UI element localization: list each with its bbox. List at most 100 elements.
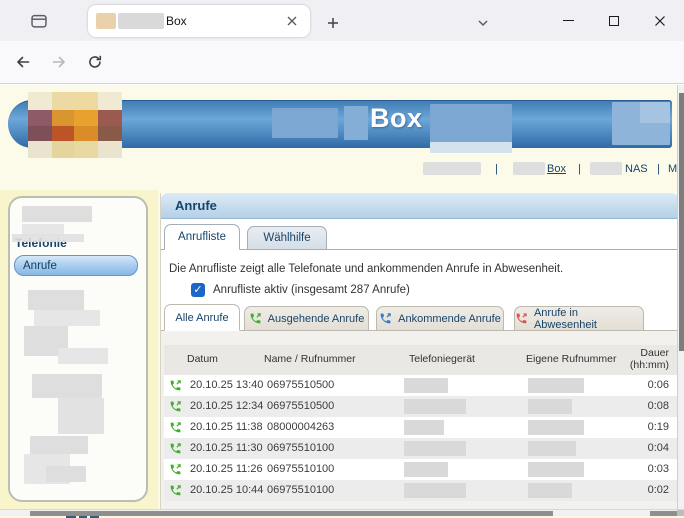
maximize-button[interactable] [598, 7, 630, 35]
cell-dauer: 0:19 [648, 421, 669, 433]
cell-datum: 20.10.25 10:44 [190, 484, 263, 496]
cell-datum: 20.10.25 12:34 [190, 400, 263, 412]
table-row[interactable]: 20.10.25 11:38 08000004263 0:19 [164, 417, 677, 438]
table-row[interactable]: 20.10.25 11:26 06975510100 0:03 [164, 459, 677, 480]
cell-redacted [528, 378, 584, 393]
product-title: Box [370, 103, 423, 134]
tab-title-redacted [118, 13, 164, 29]
nav-link-nas[interactable]: NAS [625, 163, 648, 175]
top-nav-links: | Box | NAS | M [0, 159, 676, 181]
close-window-button[interactable] [644, 7, 676, 35]
cell-datum: 20.10.25 11:30 [190, 442, 263, 454]
browser-window: Box [0, 0, 684, 518]
cell-redacted [528, 483, 572, 498]
col-dauer: Dauer (hh:mm) [630, 347, 669, 371]
banner-redacted [272, 108, 338, 138]
cell-redacted [404, 483, 466, 498]
table-row[interactable]: 20.10.25 13:40 06975510500 0:06 [164, 375, 677, 396]
banner-redacted [430, 104, 512, 144]
outgoing-call-icon [169, 379, 182, 392]
cell-redacted [404, 420, 444, 435]
col-eigene-rufnummer: Eigene Rufnummer [526, 353, 616, 365]
table-rows: 20.10.25 13:40 06975510500 0:06 20.10.25… [164, 375, 677, 501]
list-all-tabs-icon[interactable] [468, 8, 498, 38]
call-list-description: Die Anrufliste zeigt alle Telefonate und… [169, 263, 563, 275]
browser-toolbar: 80% [0, 41, 684, 84]
forward-button[interactable] [44, 47, 74, 77]
filter-tab-label: Ausgehende Anrufe [268, 313, 365, 325]
cell-redacted [528, 420, 584, 435]
cell-datum: 20.10.25 13:40 [190, 379, 263, 391]
window-controls [552, 0, 676, 41]
fritzbox-page: Box | Box | NAS | M Telefonie Anrufe [0, 85, 684, 518]
nav-link-box[interactable]: Box [547, 163, 566, 175]
sidebar-item-anrufe[interactable]: Anrufe [14, 255, 138, 276]
outgoing-call-icon [249, 312, 262, 325]
cell-redacted [404, 378, 448, 393]
banner-redacted [640, 102, 670, 123]
nav-redacted [423, 162, 481, 175]
filter-tab-alle[interactable]: Alle Anrufe [164, 304, 240, 331]
table-header: Datum Name / Rufnummer Telefoniegerät Ei… [164, 345, 677, 375]
call-list-active-row: ✓ Anrufliste aktiv (insgesamt 287 Anrufe… [191, 283, 410, 297]
table-row[interactable]: 20.10.25 10:44 06975510100 0:02 [164, 480, 677, 501]
filter-tab-ankommende[interactable]: Ankommende Anrufe [376, 306, 504, 331]
menu-redacted [12, 234, 84, 242]
vertical-scrollbar[interactable] [677, 85, 684, 516]
call-table: Datum Name / Rufnummer Telefoniegerät Ei… [161, 331, 678, 509]
cell-redacted [404, 399, 466, 414]
incoming-call-icon [379, 312, 392, 325]
cell-redacted [404, 462, 448, 477]
vertical-scrollbar-thumb[interactable] [679, 93, 684, 351]
tab-close-icon[interactable] [282, 11, 302, 31]
col-datum: Datum [187, 353, 218, 365]
firefox-view-icon[interactable] [24, 6, 54, 36]
primary-tabs: Anrufliste Wählhilfe [161, 224, 678, 250]
outgoing-call-icon [169, 463, 182, 476]
tab-title: Box [166, 14, 282, 28]
new-tab-button[interactable] [318, 8, 348, 38]
cell-dauer: 0:08 [648, 400, 669, 412]
cell-rufnummer: 08000004263 [267, 421, 334, 433]
nav-separator: | [495, 163, 498, 175]
reload-button[interactable] [80, 47, 110, 77]
menu-redacted [58, 348, 108, 364]
missed-call-icon [515, 312, 528, 325]
tab-anrufliste[interactable]: Anrufliste [164, 224, 240, 250]
outgoing-call-icon [169, 442, 182, 455]
outgoing-call-icon [169, 400, 182, 413]
cell-dauer: 0:02 [648, 484, 669, 496]
tab-waehlhilfe[interactable]: Wählhilfe [247, 226, 327, 250]
outgoing-call-icon [169, 421, 182, 434]
checkbox-checked-icon[interactable]: ✓ [191, 283, 205, 297]
menu-redacted [28, 290, 84, 310]
horizontal-scrollbar[interactable] [0, 509, 684, 516]
cell-rufnummer: 06975510100 [267, 484, 334, 496]
nav-separator: | [578, 163, 581, 175]
logo-redacted [28, 92, 122, 158]
cell-redacted [528, 399, 572, 414]
nav-redacted [513, 162, 545, 175]
cell-dauer: 0:03 [648, 463, 669, 475]
table-row[interactable]: 20.10.25 12:34 06975510500 0:08 [164, 396, 677, 417]
page-title: Anrufe [161, 193, 678, 219]
menu-redacted [34, 310, 100, 326]
nav-redacted [590, 162, 622, 175]
filter-tab-ausgehende[interactable]: Ausgehende Anrufe [244, 306, 369, 331]
table-row[interactable]: 20.10.25 11:30 06975510100 0:04 [164, 438, 677, 459]
nav-separator: | [657, 163, 660, 175]
filter-tabs: Alle Anrufe Ausgehende Anrufe Ankommende… [161, 304, 678, 331]
cell-redacted [528, 441, 576, 456]
nav-link-cut[interactable]: M [668, 163, 677, 175]
filter-tab-abwesenheit[interactable]: Anrufe in Abwesenheit [514, 306, 644, 331]
cell-datum: 20.10.25 11:26 [190, 463, 263, 475]
col-name-rufnummer: Name / Rufnummer [264, 353, 356, 365]
back-button[interactable] [8, 47, 38, 77]
cell-rufnummer: 06975510100 [267, 442, 334, 454]
browser-tab[interactable]: Box [88, 5, 310, 37]
cell-rufnummer: 06975510500 [267, 379, 334, 391]
banner-redacted [344, 106, 368, 140]
minimize-button[interactable] [552, 7, 584, 35]
col-telefoniegeraet: Telefoniegerät [409, 353, 475, 365]
cell-dauer: 0:04 [648, 442, 669, 454]
